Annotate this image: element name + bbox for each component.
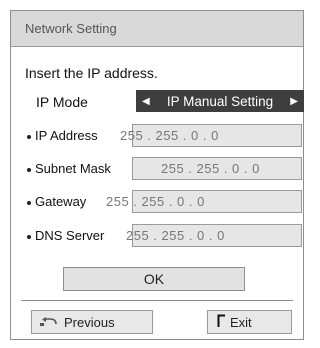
subnet-mask-value: 255 . 255 . 0 . 0: [161, 161, 260, 176]
left-arrow-icon[interactable]: ◀: [142, 96, 150, 107]
ip-mode-value: IP Manual Setting: [166, 93, 274, 109]
dialog-title: Network Setting: [25, 21, 117, 36]
ok-button[interactable]: OK: [63, 267, 245, 291]
exit-button[interactable]: Exit: [207, 310, 292, 334]
return-arrow-icon: [39, 315, 59, 330]
ok-button-label: OK: [143, 271, 165, 287]
instruction-text: Insert the IP address.: [25, 65, 158, 81]
gateway-value: 255 . 255 . 0 . 0: [106, 194, 205, 209]
ip-mode-label: IP Mode: [36, 94, 88, 110]
divider: [21, 300, 293, 301]
bullet-icon: [27, 200, 31, 205]
dialog-title-bar: Network Setting: [11, 11, 303, 47]
ip-mode-selector[interactable]: ◀ IP Manual Setting ▶: [136, 90, 304, 112]
bullet-icon: [27, 167, 31, 172]
previous-button-label: Previous: [64, 314, 115, 330]
bullet-icon: [27, 134, 31, 139]
gateway-label: Gateway: [27, 194, 86, 209]
network-setting-dialog: Network Setting Insert the IP address. I…: [10, 10, 304, 340]
ip-address-value: 255 . 255 . 0 . 0: [120, 128, 219, 143]
subnet-mask-label: Subnet Mask: [27, 161, 111, 176]
dns-server-value: 255 . 255 . 0 . 0: [126, 228, 225, 243]
right-arrow-icon[interactable]: ▶: [290, 96, 298, 107]
previous-button[interactable]: Previous: [31, 310, 153, 334]
exit-bracket-icon: [217, 314, 226, 331]
bullet-icon: [27, 234, 31, 239]
dns-server-label: DNS Server: [27, 228, 104, 243]
exit-button-label: Exit: [230, 314, 252, 330]
ip-address-label: IP Address: [27, 128, 98, 143]
